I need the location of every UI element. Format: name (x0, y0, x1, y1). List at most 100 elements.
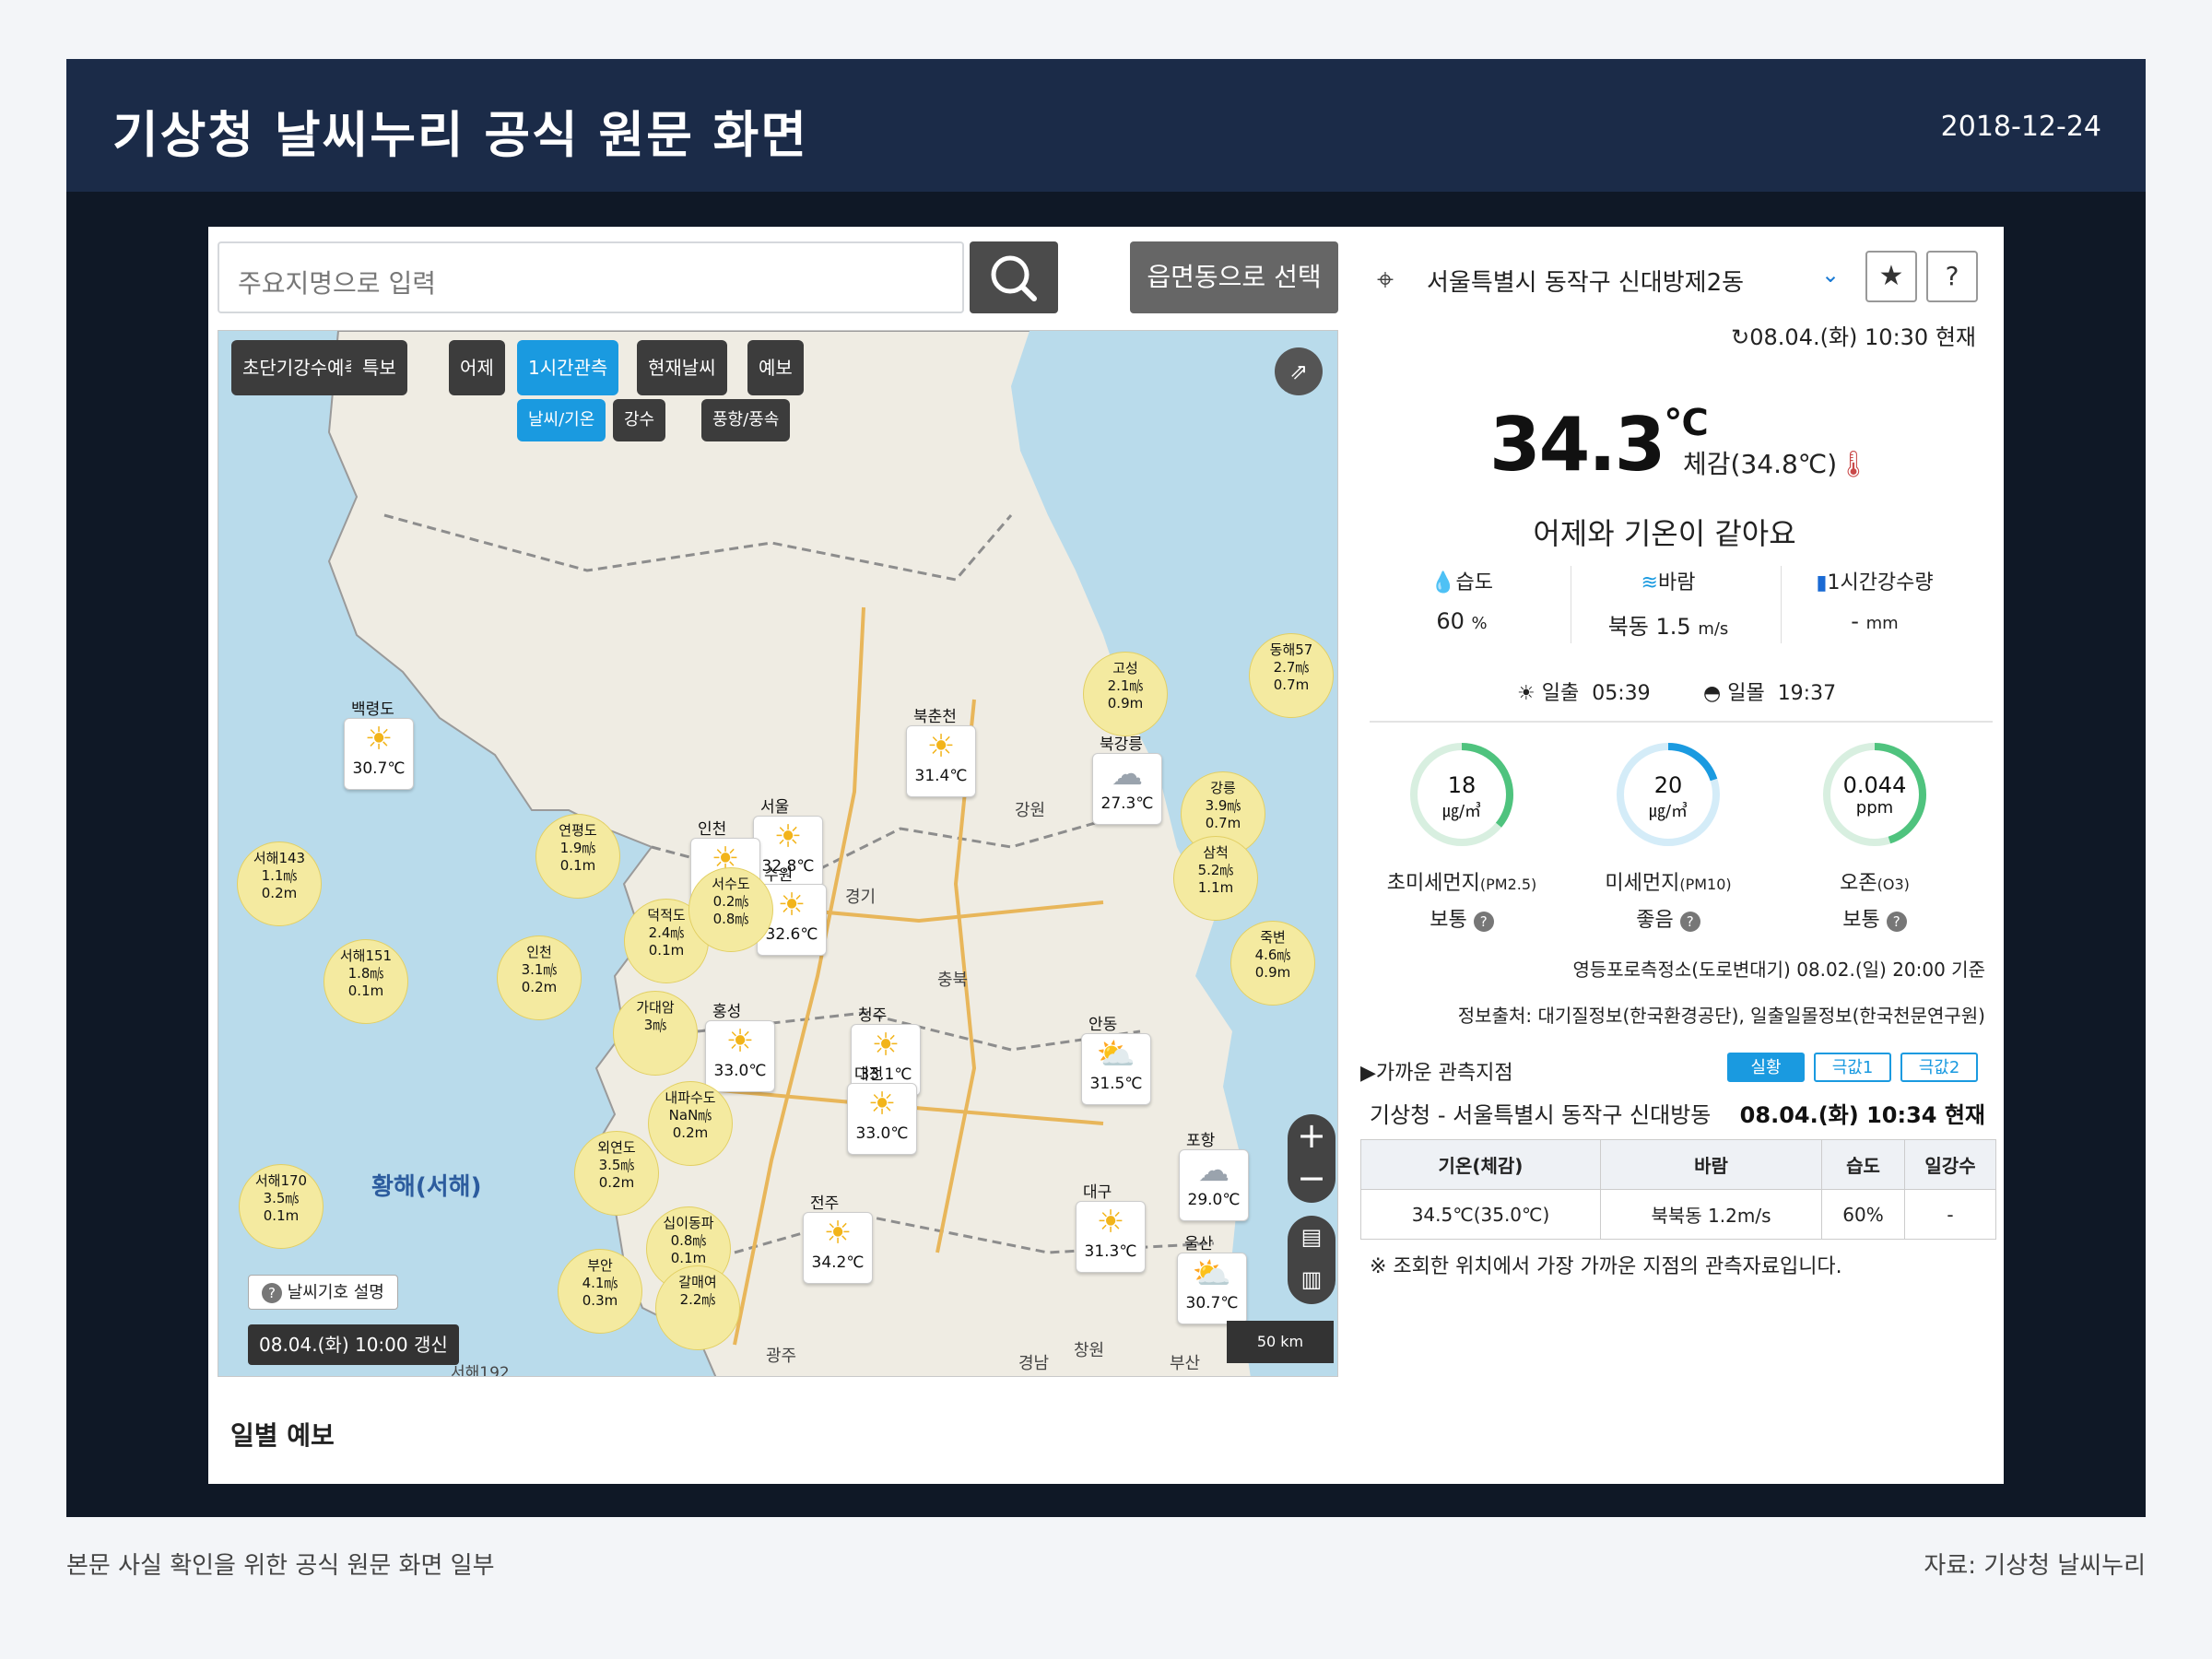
buoy-wave: 0.7m (1273, 677, 1310, 693)
caption-left: 본문 사실 확인을 위한 공식 원문 화면 일부 (66, 1552, 495, 1580)
select-area-button[interactable]: 읍면동으로 선택 (1130, 241, 1338, 313)
buoy-marker[interactable]: 부안 4.1㎧ 0.3m (558, 1249, 642, 1334)
location-target-icon[interactable]: ⌖ (1377, 262, 1394, 298)
station-marker[interactable]: ⛅ 31.5℃ (1081, 1033, 1151, 1105)
layers-icon[interactable]: ▥ (1288, 1258, 1335, 1300)
air-grade: 보통 ? (1360, 903, 1563, 933)
search-placeholder: 주요지명으로 입력 (238, 268, 436, 299)
air-name-sub: (PM10) (1679, 876, 1732, 893)
buoy-marker[interactable]: 인천 3.1㎧ 0.2m (497, 935, 582, 1020)
buoy-name: 인천 (526, 944, 552, 960)
buoy-name: 서해151 (339, 947, 393, 964)
map-tab[interactable]: 예보 (747, 340, 804, 395)
station-marker[interactable]: ☁ 27.3℃ (1092, 753, 1162, 825)
feels-like: 체감(34.8℃)🌡 (1683, 449, 1870, 479)
station-name: 대구 (1083, 1183, 1112, 1202)
map-tab[interactable]: 1시간관측 (517, 340, 619, 395)
share-icon[interactable]: ⇗ (1275, 347, 1323, 395)
station-temp: 29.0℃ (1187, 1191, 1241, 1209)
buoy-marker[interactable]: 동해57 2.7㎧ 0.7m (1249, 633, 1334, 718)
buoy-wave: 0.1m (263, 1207, 300, 1224)
zoom-in-icon[interactable]: + (1288, 1114, 1335, 1157)
zoom-control[interactable]: + − (1288, 1114, 1335, 1203)
air-grade: 보통 ? (1773, 903, 1976, 933)
nearby-tab[interactable]: 극값2 (1900, 1053, 1978, 1082)
map-subtab[interactable]: 날씨/기온 (517, 399, 606, 441)
buoy-wave: 0.1m (347, 982, 384, 999)
nearby-tab[interactable]: 극값1 (1814, 1053, 1891, 1082)
air-name: 미세먼지(PM10) (1567, 866, 1770, 896)
table-header: 기온(체감) (1360, 1139, 1601, 1190)
air-name-sub: (O3) (1877, 876, 1910, 893)
station-name: 인천 (698, 820, 727, 839)
current-weather-panel: ⌖ 서울특별시 동작구 신대방제2동 ⌄ ★ ? ↻08.04.(화) 10:3… (1360, 227, 2004, 1484)
station-marker[interactable]: ☀ 31.3℃ (1076, 1201, 1146, 1273)
buoy-marker[interactable]: 고성 2.1㎧ 0.9m (1083, 652, 1168, 736)
buoy-marker[interactable]: 죽변 4.6㎧ 0.9m (1230, 921, 1315, 1006)
buoy-wave: 0.2m (261, 885, 298, 901)
buoy-marker[interactable]: 서수도 0.2㎧ 0.8㎧ (688, 867, 773, 952)
daily-forecast-title: 일별 예보 (230, 1420, 335, 1451)
station-marker[interactable]: ☀ 34.2℃ (803, 1212, 873, 1284)
section-divider (1370, 721, 1993, 723)
buoy-marker[interactable]: 갈매여 2.2㎧ (655, 1265, 740, 1350)
region-label: 경기 (845, 888, 877, 907)
legend-button[interactable]: ? 날씨기호 설명 (248, 1275, 398, 1310)
station-marker[interactable]: ☁ 29.0℃ (1179, 1149, 1249, 1221)
map-tab[interactable]: 어제 (449, 340, 505, 395)
location-name[interactable]: 서울특별시 동작구 신대방제2동 (1427, 264, 1744, 298)
search-input[interactable]: 주요지명으로 입력 (218, 241, 964, 313)
station-marker[interactable]: ⛅ 30.7℃ (1177, 1253, 1247, 1324)
station-marker[interactable]: ☀ 33.0℃ (705, 1020, 775, 1092)
buoy-marker[interactable]: 내파수도 NaN㎧ 0.2m (648, 1081, 733, 1166)
question-icon[interactable]: ? (1886, 912, 1907, 932)
favorite-star-icon[interactable]: ★ (1865, 251, 1917, 302)
map-tab[interactable]: 현재날씨 (637, 340, 727, 395)
refresh-icon[interactable]: ↻ (1731, 324, 1749, 350)
buoy-wave: 0.9m (1254, 964, 1291, 981)
weather-map[interactable]: 초단기강수예측 특보 어제 1시간관측 현재날씨 예보 날씨/기온 강수 풍향/풍속 ⇗ 백령… (218, 330, 1338, 1377)
zoom-out-icon[interactable]: − (1288, 1157, 1335, 1199)
buoy-wind: 2.7㎧ (1273, 659, 1310, 676)
buoy-name: 서해170 (254, 1172, 308, 1189)
search-button[interactable] (970, 241, 1058, 313)
buoy-name: 삼척 (1203, 844, 1229, 861)
wind-icon: ≋ (1641, 571, 1658, 594)
nearby-tab[interactable]: 실황 (1727, 1053, 1805, 1082)
map-tools[interactable]: ▤ ▥ (1288, 1216, 1335, 1304)
sun-icon: ☀ (773, 818, 803, 855)
buoy-marker[interactable]: 서해151 1.8㎧ 0.1m (324, 939, 408, 1024)
station-temp: 33.0℃ (855, 1124, 909, 1143)
buoy-marker[interactable]: 서해143 1.1㎧ 0.2m (237, 841, 322, 926)
buoy-marker[interactable]: 외연도 3.5㎧ 0.2m (574, 1131, 659, 1216)
buoy-marker[interactable]: 연평도 1.9㎧ 0.1m (535, 814, 620, 899)
chevron-down-icon[interactable]: ⌄ (1821, 262, 1840, 288)
map-subtab[interactable]: 강수 (613, 399, 666, 441)
buoy-marker[interactable]: 삼척 5.2㎧ 1.1m (1173, 836, 1258, 921)
buoy-wave: 0.9m (1107, 695, 1144, 712)
ruler-icon[interactable]: ▤ (1288, 1216, 1335, 1258)
region-label: 강원 (1015, 801, 1046, 820)
region-label: 충북 (937, 971, 969, 990)
station-marker[interactable]: ☀ 31.4℃ (906, 725, 976, 797)
station-marker[interactable]: ☀ 30.7℃ (344, 718, 414, 790)
air-value: 18 (1447, 772, 1477, 798)
air-value: 20 (1653, 772, 1683, 798)
station-name: 백령도 (351, 700, 394, 719)
help-button[interactable]: ? (1926, 251, 1978, 302)
current-time: ↻08.04.(화) 10:30 현재 (1731, 324, 1976, 350)
update-time: 08.04.(화) 10:00 갱신 (248, 1324, 459, 1365)
buoy-marker[interactable]: 서해170 3.5㎧ 0.1m (239, 1164, 324, 1249)
sunset-icon: ◓ (1703, 682, 1722, 705)
question-icon[interactable]: ? (1473, 912, 1494, 932)
map-subtab[interactable]: 풍향/풍속 (701, 399, 791, 441)
page-title: 기상청 날씨누리 공식 원문 화면 (112, 106, 809, 164)
buoy-marker[interactable]: 가대암 3㎧ (613, 991, 698, 1076)
air-grade-text: 좋음 (1636, 909, 1674, 932)
station-marker[interactable]: ☀ 33.0℃ (847, 1083, 917, 1155)
station-temp: 31.4℃ (914, 767, 968, 785)
question-icon[interactable]: ? (1679, 912, 1700, 932)
droplet-icon: 💧 (1430, 571, 1456, 594)
map-tab[interactable]: 특보 (351, 340, 407, 395)
cloud-icon: ☁ (1198, 1152, 1230, 1189)
